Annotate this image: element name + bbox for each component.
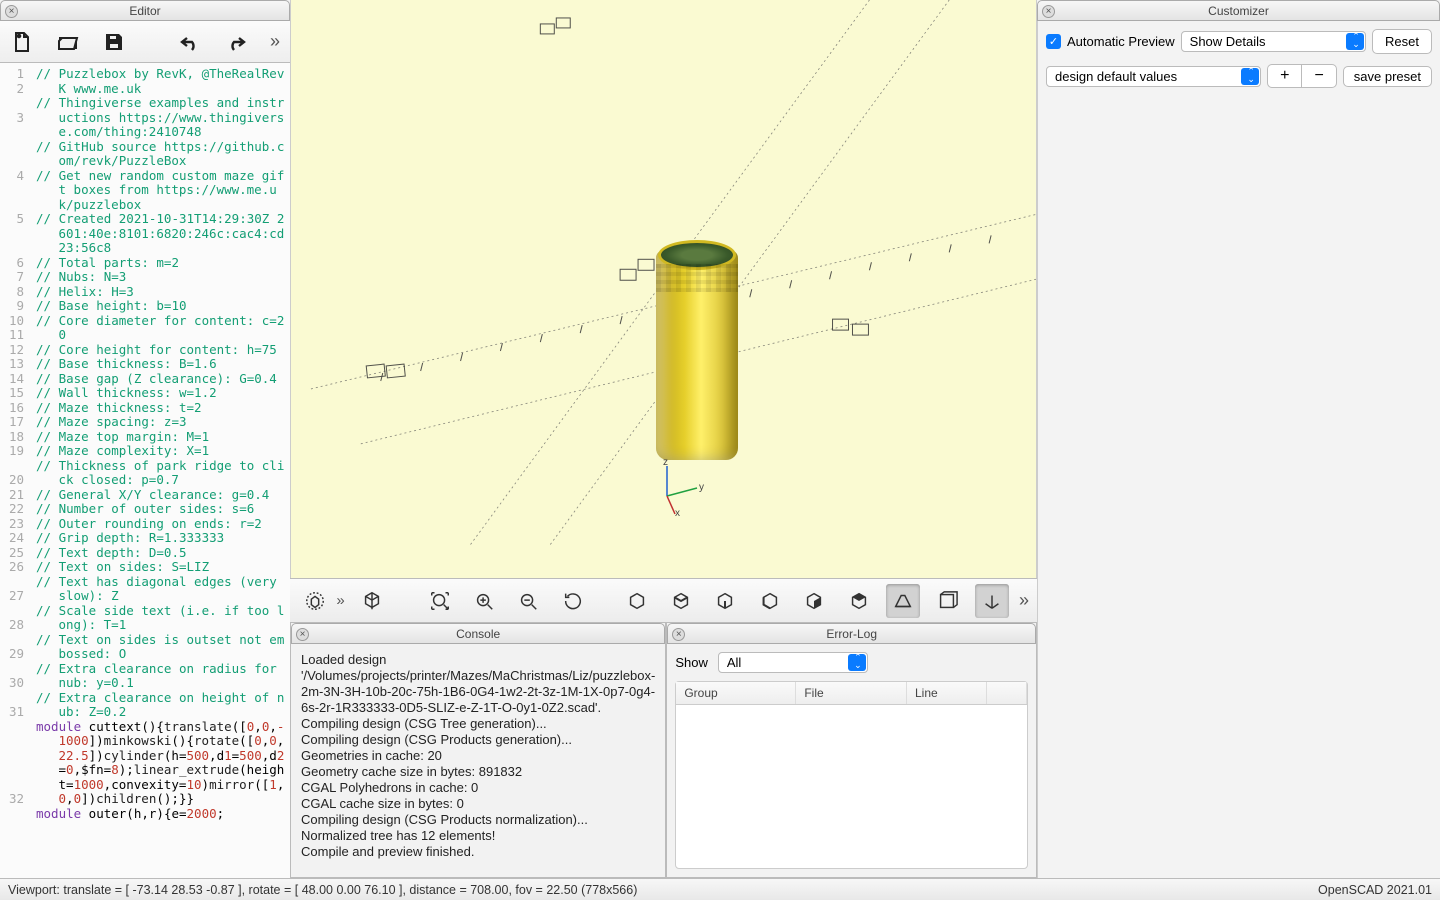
viewport-toolbar: » » — [290, 578, 1037, 622]
preset-select[interactable]: design default values — [1046, 66, 1261, 87]
new-file-icon[interactable] — [10, 29, 34, 55]
3d-viewport[interactable]: z y x — [290, 0, 1037, 578]
view-top-icon[interactable] — [664, 584, 698, 618]
auto-preview-checkbox[interactable]: ✓ — [1046, 34, 1061, 49]
col-line[interactable]: Line — [907, 682, 987, 704]
reset-view-icon[interactable] — [556, 584, 590, 618]
error-log-title: Error-Log — [826, 627, 877, 641]
console-title: Console — [456, 627, 500, 641]
view-overflow-icon[interactable]: » — [1019, 590, 1029, 611]
stepper-minus-button[interactable]: − — [1301, 64, 1336, 88]
details-select[interactable]: Show Details — [1181, 31, 1366, 52]
show-label: Show — [675, 655, 708, 670]
close-icon[interactable]: × — [5, 5, 18, 18]
svg-text:z: z — [663, 458, 668, 468]
render-icon[interactable] — [355, 584, 389, 618]
save-preset-button[interactable]: save preset — [1343, 66, 1432, 87]
perspective-icon[interactable] — [886, 584, 920, 618]
error-table[interactable]: Group File Line — [675, 681, 1028, 869]
redo-icon[interactable] — [224, 29, 248, 55]
show-axes-icon[interactable] — [975, 584, 1009, 618]
svg-text:x: x — [675, 508, 680, 518]
close-icon[interactable]: × — [296, 628, 309, 641]
stepper-plus-button[interactable]: + — [1267, 64, 1301, 88]
zoom-fit-icon[interactable] — [422, 584, 456, 618]
error-filter-select[interactable]: All — [718, 652, 868, 673]
undo-icon[interactable] — [178, 29, 202, 55]
editor-title: Editor — [129, 4, 160, 18]
col-spacer — [987, 682, 1027, 704]
orthographic-icon[interactable] — [930, 584, 964, 618]
code-editor[interactable]: 1234567891011121314151617181920212223242… — [0, 63, 290, 878]
editor-title-bar: × Editor — [0, 0, 290, 21]
toolbar-overflow-icon[interactable]: » — [270, 31, 280, 52]
editor-column: × Editor » 12345678910111213141516171819… — [0, 0, 290, 878]
editor-toolbar: » — [0, 21, 290, 63]
view-front-icon[interactable] — [797, 584, 831, 618]
console-panel: × Console Loaded design '/Volumes/project… — [290, 622, 666, 878]
customizer-title: Customizer — [1208, 4, 1269, 18]
close-icon[interactable]: × — [672, 628, 685, 641]
error-log-panel: × Error-Log Show All Group File Line — [666, 622, 1037, 878]
preset-stepper[interactable]: + − — [1267, 64, 1337, 88]
viewport-status: Viewport: translate = [ -73.14 28.53 -0.… — [8, 883, 637, 897]
col-group[interactable]: Group — [676, 682, 796, 704]
customizer-column: × Customizer ✓ Automatic Preview Show Det… — [1037, 0, 1440, 878]
col-file[interactable]: File — [796, 682, 907, 704]
center-column: z y x » » × — [290, 0, 1037, 878]
view-right-icon[interactable] — [620, 584, 654, 618]
open-file-icon[interactable] — [56, 29, 80, 55]
console-output[interactable]: Loaded design '/Volumes/projects/printer… — [291, 644, 665, 877]
close-icon[interactable]: × — [1042, 5, 1055, 18]
preview-icon[interactable] — [298, 584, 332, 618]
view-back-icon[interactable] — [841, 584, 875, 618]
zoom-out-icon[interactable] — [511, 584, 545, 618]
save-file-icon[interactable] — [102, 29, 126, 55]
rendered-model — [656, 250, 738, 460]
status-bar: Viewport: translate = [ -73.14 28.53 -0.… — [0, 878, 1440, 900]
axis-gizmo: z y x — [649, 458, 709, 518]
reset-button[interactable]: Reset — [1372, 29, 1432, 54]
view-bottom-icon[interactable] — [708, 584, 742, 618]
auto-preview-label: Automatic Preview — [1067, 34, 1175, 49]
version-label: OpenSCAD 2021.01 — [1318, 883, 1432, 897]
preview-overflow-icon[interactable]: » — [336, 592, 344, 609]
svg-text:y: y — [699, 482, 704, 493]
view-left-icon[interactable] — [753, 584, 787, 618]
zoom-in-icon[interactable] — [467, 584, 501, 618]
